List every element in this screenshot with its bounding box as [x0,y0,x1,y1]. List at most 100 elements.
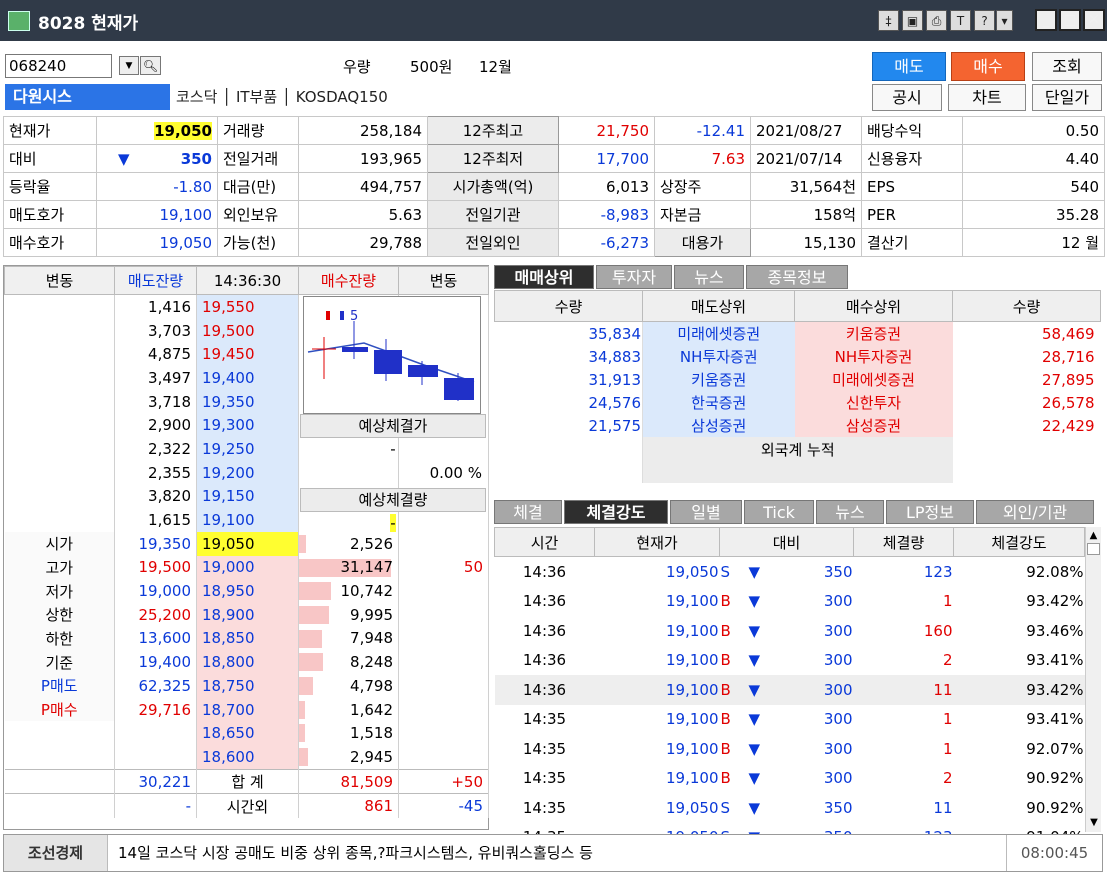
maximize-button[interactable]: □ [1059,9,1081,31]
buy-button[interactable]: 매수 [951,52,1025,81]
ask-qty: 1,615 [114,508,197,532]
exec-side: S [720,562,731,581]
broker-tab[interactable]: 투자자 [596,265,672,289]
minimize-button[interactable]: _ [1035,9,1057,31]
sell-button[interactable]: 매도 [872,52,946,81]
bid-row[interactable]: P매도 62,325 18,750 4,798 [4,674,489,698]
bid-change [398,626,489,651]
ask-price[interactable]: 19,200 [196,460,299,485]
query-button[interactable]: 조회 [1032,52,1102,81]
ask-price[interactable]: 19,550 [196,294,299,319]
buy-broker[interactable]: 삼성증권 [794,414,953,437]
bid-row[interactable]: 18,650 1,518 [4,721,489,746]
ask-price[interactable]: 19,150 [196,484,299,509]
bid-price[interactable]: 18,800 [196,650,299,674]
ask-price[interactable]: 19,400 [196,366,299,390]
menu-icon[interactable]: ▾ [996,10,1013,31]
sell-broker[interactable]: NH투자증권 [642,345,795,368]
exec-scrollbar[interactable]: ▲ ▼ [1085,527,1101,832]
pin-icon[interactable]: ‡ [878,10,899,31]
broker-tab[interactable]: 종목정보 [746,265,848,289]
execution-row: 14:36 19,100 B ▼ 300 160 93.46% [495,616,1085,646]
buy-broker[interactable]: 미래에셋증권 [794,368,953,391]
sell-broker[interactable]: 키움증권 [642,368,795,391]
scroll-down-icon[interactable]: ▼ [1086,817,1102,828]
bid-row[interactable]: P매수 29,716 18,700 1,642 [4,697,489,722]
buy-broker[interactable]: 신한투자 [794,391,953,414]
buy-qty: 26,578 [1042,393,1095,412]
exec-diff-header: 대비 [719,527,854,557]
chevron-down-icon[interactable]: ▼ [119,56,139,75]
substitute-price-button[interactable]: 대용가 [654,228,751,257]
exec-qty: 11 [933,680,953,699]
week-low-button[interactable]: 12주최저 [427,144,559,173]
bid-price[interactable]: 18,750 [196,674,299,698]
chart-button[interactable]: 차트 [948,84,1026,111]
bid-row[interactable]: 고가 19,500 19,000 31,147 50 [4,555,489,580]
bid-price[interactable]: 18,900 [196,602,299,627]
buy-broker[interactable]: NH투자증권 [794,345,953,368]
bid-row[interactable]: 18,600 2,945 [4,745,489,770]
help-icon[interactable]: ? [974,10,995,31]
stat-value: 19,000 [114,579,197,603]
bid-row[interactable]: 하한 13,600 18,850 7,948 [4,626,489,651]
capital-value: 158억 [750,200,862,229]
execution-tab[interactable]: Tick [744,500,814,524]
bid-price[interactable]: 18,950 [196,579,299,603]
execution-tab[interactable]: 일별 [670,500,742,524]
buy-broker[interactable]: 키움증권 [794,321,953,345]
notice-button[interactable]: 공시 [872,84,942,111]
ask-price[interactable]: 19,350 [196,389,299,414]
print-icon[interactable]: ⎙ [926,10,947,31]
execution-row: 14:35 19,100 B ▼ 300 2 90.92% [495,764,1085,794]
stock-name: 다원시스 [5,84,170,110]
screen-icon[interactable]: ▣ [902,10,923,31]
bid-row[interactable]: 저가 19,000 18,950 10,742 [4,579,489,603]
bid-price[interactable]: 19,000 [196,555,299,580]
broker-tab[interactable]: 뉴스 [674,265,744,289]
scroll-up-icon[interactable]: ▲ [1086,530,1101,541]
close-button[interactable]: ✕ [1083,9,1105,31]
exec-diff: 300 [823,739,853,758]
ask-qty: 3,703 [114,318,197,343]
ask-price[interactable]: 19,500 [196,318,299,343]
fiscal-value: 12 월 [962,228,1105,257]
news-source: 조선경제 [4,835,108,871]
sell-qty: 21,575 [494,414,643,437]
news-bar[interactable]: 조선경제 14일 코스닥 시장 공매도 비중 상위 종목,?파크시스템스, 유비… [3,834,1103,872]
execution-tab[interactable]: 체결 [494,500,562,524]
bid-price[interactable]: 18,700 [196,697,299,722]
execution-tab[interactable]: 체결강도 [564,500,668,524]
bid-qty: 2,945 [350,747,393,766]
sell-broker[interactable]: 미래에셋증권 [642,321,795,345]
search-icon[interactable]: 🔍︎ [140,56,161,75]
expected-pct: 0.00 % [429,464,482,482]
exec-price: 19,100 [666,769,719,788]
ask-price[interactable]: 19,100 [196,508,299,532]
execution-tab[interactable]: 뉴스 [816,500,884,524]
bid-qty-bar [299,700,305,719]
text-icon[interactable]: T [950,10,971,31]
scroll-thumb[interactable] [1087,543,1100,555]
ask-price[interactable]: 19,300 [196,413,299,438]
ask-price[interactable]: 19,250 [196,437,299,461]
sell-broker[interactable]: 한국증권 [642,391,795,414]
sell-broker[interactable]: 삼성증권 [642,414,795,437]
single-price-button[interactable]: 단일가 [1032,84,1102,111]
ask-price[interactable]: 19,450 [196,342,299,367]
execution-row: 14:36 19,100 B ▼ 300 1 93.42% [495,587,1085,617]
stock-code-input[interactable]: 068240 [5,54,112,78]
exec-time: 14:36 [522,592,567,611]
execution-tab[interactable]: 외인/기관 [976,500,1094,524]
bid-row[interactable]: 상한 25,200 18,900 9,995 [4,602,489,627]
execution-table: 시간 현재가 대비 체결량 체결강도 14:36 19,050 S ▼ 350 … [494,527,1085,852]
execution-tab[interactable]: LP정보 [886,500,974,524]
bid-price[interactable]: 19,050 [196,531,299,556]
bid-price[interactable]: 18,850 [196,626,299,651]
news-headline[interactable]: 14일 코스닥 시장 공매도 비중 상위 종목,?파크시스템스, 유비쿼스홀딩스… [118,835,593,871]
broker-tab[interactable]: 매매상위 [494,265,594,289]
bid-price[interactable]: 18,600 [196,745,299,770]
bid-row[interactable]: 기준 19,400 18,800 8,248 [4,650,489,674]
week-high-button[interactable]: 12주최고 [427,116,559,145]
bid-price[interactable]: 18,650 [196,721,299,746]
